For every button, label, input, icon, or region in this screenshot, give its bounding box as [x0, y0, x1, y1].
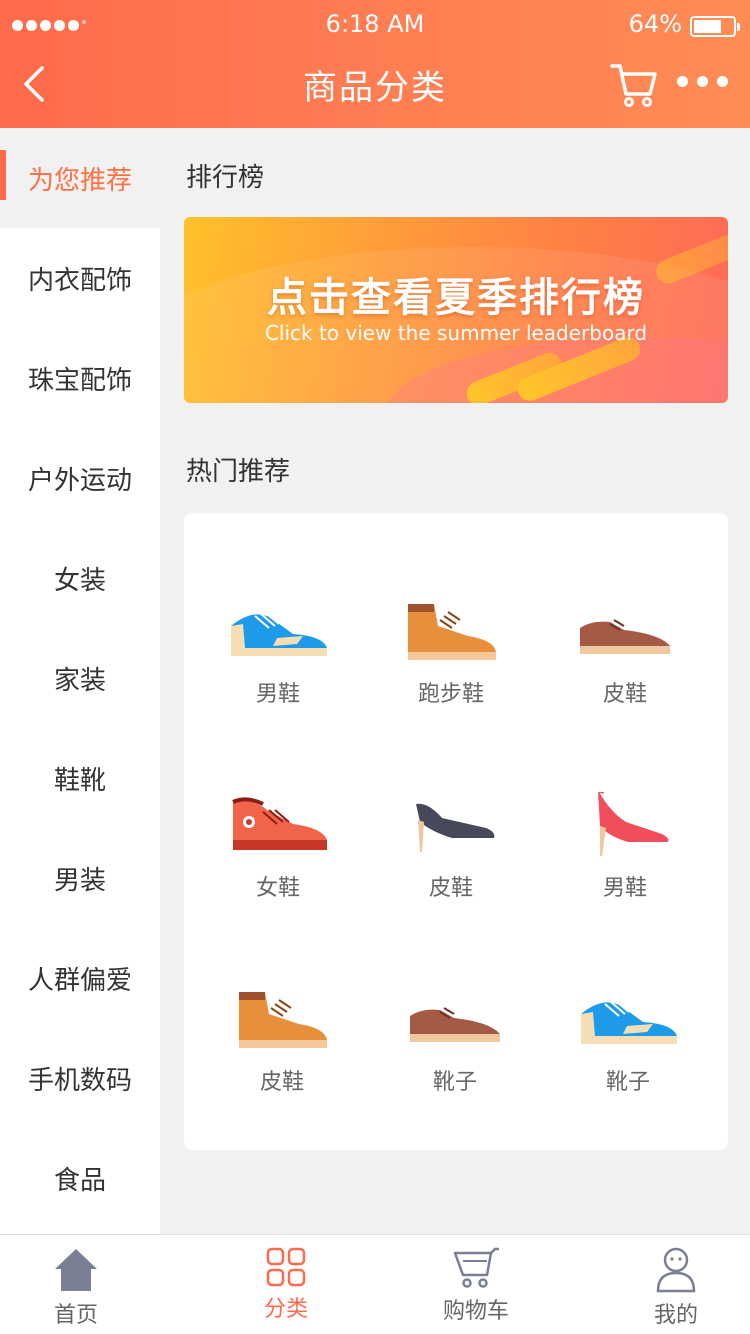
- cart-icon[interactable]: [610, 60, 658, 108]
- item-label: 皮鞋: [259, 1070, 304, 1095]
- tab-category[interactable]: 分类: [226, 1235, 346, 1334]
- hot-title: 热门推荐: [186, 457, 291, 487]
- red-sneaker-icon: [232, 797, 327, 850]
- user-icon: [656, 1247, 696, 1293]
- blue-sneaker-icon: [581, 1001, 677, 1044]
- ranking-title: 排行榜: [186, 163, 265, 193]
- sidebar-item-underwear[interactable]: 内衣配饰: [0, 228, 160, 328]
- grid-item[interactable]: 靴子: [553, 986, 703, 1136]
- brown-boot-icon: [408, 604, 496, 660]
- battery-icon: [690, 16, 740, 37]
- tab-cart[interactable]: 购物车: [416, 1235, 536, 1334]
- home-icon: [55, 1249, 97, 1291]
- grid-item[interactable]: 女鞋: [203, 792, 353, 942]
- sidebar-item-home[interactable]: 家装: [0, 628, 160, 728]
- tab-label: 我的: [653, 1303, 698, 1328]
- category-icon: [266, 1247, 306, 1287]
- item-label: 皮鞋: [602, 682, 647, 707]
- tab-home[interactable]: 首页: [16, 1235, 136, 1334]
- tab-label: 首页: [53, 1303, 98, 1328]
- item-label: 靴子: [432, 1070, 477, 1095]
- grid-item[interactable]: 男鞋: [550, 792, 700, 942]
- red-heel-icon: [597, 792, 669, 856]
- blue-sneaker-icon: [231, 613, 327, 656]
- sidebar-item-women[interactable]: 女装: [0, 528, 160, 628]
- item-label: 男鞋: [255, 682, 300, 707]
- leaderboard-banner[interactable]: 点击查看夏季排行榜 Click to view the summer leade…: [184, 217, 728, 403]
- grid-item[interactable]: 皮鞋: [207, 986, 357, 1136]
- sidebar-item-favorites[interactable]: 人群偏爱: [0, 928, 160, 1028]
- tab-bar: 首页 分类 购物车 我的: [0, 1234, 750, 1334]
- grid-item[interactable]: 靴子: [380, 986, 530, 1136]
- leather-shoe-icon: [410, 1007, 500, 1042]
- sidebar-item-recommend[interactable]: 为您推荐: [0, 128, 160, 228]
- sidebar-item-men[interactable]: 男装: [0, 828, 160, 928]
- banner-subtitle: Click to view the summer leaderboard: [264, 321, 648, 345]
- item-label: 男鞋: [602, 876, 647, 901]
- item-label: 女鞋: [255, 876, 300, 901]
- sidebar-item-jewelry[interactable]: 珠宝配饰: [0, 328, 160, 428]
- grid-item[interactable]: 跑步鞋: [376, 598, 526, 748]
- sidebar-item-outdoor[interactable]: 户外运动: [0, 428, 160, 528]
- tab-label: 分类: [263, 1297, 308, 1322]
- battery-percent: 64%: [628, 10, 682, 38]
- tab-profile[interactable]: 我的: [616, 1235, 736, 1334]
- leather-shoe-icon: [580, 619, 670, 654]
- sidebar-item-food[interactable]: 食品: [0, 1128, 160, 1228]
- brown-boot-icon: [239, 992, 327, 1048]
- header-bar: 6:18 AM 64% 商品分类: [0, 0, 750, 128]
- sidebar-item-shoes[interactable]: 鞋靴: [0, 728, 160, 828]
- more-icon[interactable]: [677, 76, 728, 87]
- category-sidebar: 为您推荐 内衣配饰 珠宝配饰 户外运动 女装 家装 鞋靴 男装 人群偏爱 手机数…: [0, 128, 160, 1234]
- banner-title: 点击查看夏季排行榜: [267, 275, 645, 321]
- dark-heel-icon: [416, 803, 495, 852]
- cart-icon: [453, 1247, 499, 1288]
- item-label: 靴子: [605, 1070, 650, 1095]
- tab-label: 购物车: [442, 1299, 509, 1324]
- sidebar-item-digital[interactable]: 手机数码: [0, 1028, 160, 1128]
- item-label: 皮鞋: [428, 876, 473, 901]
- grid-item[interactable]: 男鞋: [203, 598, 353, 748]
- grid-item[interactable]: 皮鞋: [376, 792, 526, 942]
- item-label: 跑步鞋: [417, 682, 484, 707]
- status-bar: 6:18 AM 64%: [0, 0, 750, 52]
- grid-item[interactable]: 皮鞋: [550, 598, 700, 748]
- hot-grid: 男鞋 跑步鞋 皮鞋 女鞋 皮鞋 男鞋 皮鞋 靴子 靴子: [184, 513, 728, 1150]
